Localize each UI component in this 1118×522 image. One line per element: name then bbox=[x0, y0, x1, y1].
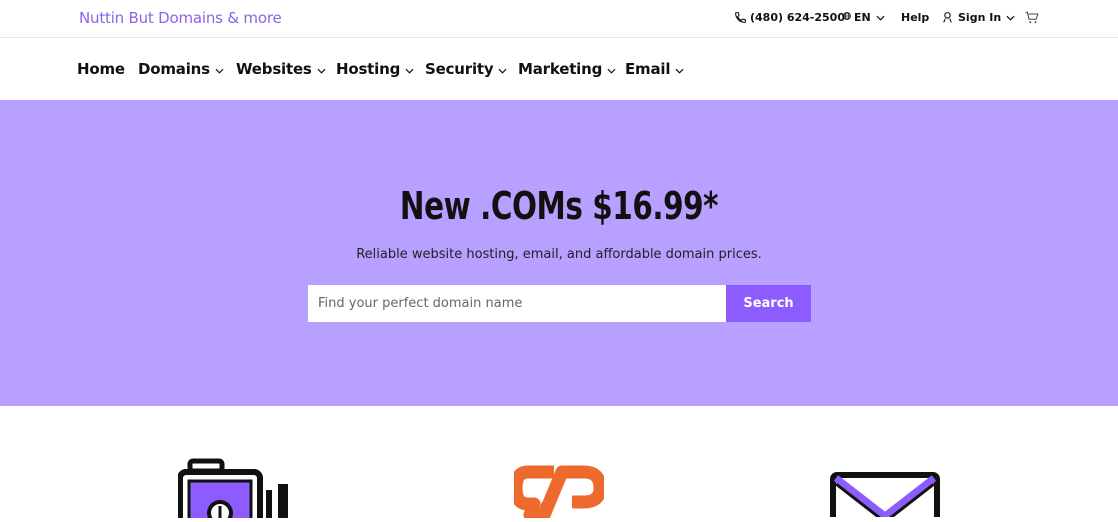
search-button[interactable]: Search bbox=[726, 285, 811, 322]
cpanel-icon bbox=[509, 458, 607, 522]
hero-banner: New .COMs $16.99* Reliable website hosti… bbox=[0, 100, 1118, 406]
top-utility-bar: Nuttin But Domains & more (480) 624-2500… bbox=[0, 0, 1118, 38]
brand-logo[interactable]: Nuttin But Domains & more bbox=[79, 9, 282, 27]
chevron-down-icon bbox=[317, 60, 326, 78]
hero-title: New .COMs $16.99* bbox=[399, 184, 719, 228]
chevron-down-icon bbox=[876, 15, 885, 21]
domain-search-form: Search bbox=[308, 285, 811, 322]
nav-email-label: Email bbox=[625, 60, 671, 78]
nav-home[interactable]: Home bbox=[77, 60, 125, 78]
sign-in-label: Sign In bbox=[958, 11, 1002, 24]
safe-icon bbox=[177, 458, 290, 522]
nav-home-label: Home bbox=[77, 60, 125, 78]
cart-icon bbox=[1025, 11, 1039, 24]
nav-marketing-label: Marketing bbox=[518, 60, 603, 78]
nav-marketing[interactable]: Marketing bbox=[518, 60, 616, 78]
chevron-down-icon bbox=[405, 60, 414, 78]
language-label: EN bbox=[854, 11, 871, 24]
nav-domains[interactable]: Domains bbox=[138, 60, 224, 78]
language-selector[interactable]: EN bbox=[843, 11, 885, 24]
cart-button[interactable] bbox=[1025, 11, 1039, 24]
nav-websites[interactable]: Websites bbox=[236, 60, 326, 78]
nav-websites-label: Websites bbox=[236, 60, 312, 78]
nav-security-label: Security bbox=[425, 60, 494, 78]
domain-search-input[interactable] bbox=[308, 285, 726, 322]
nav-email[interactable]: Email bbox=[625, 60, 684, 78]
phone-number: (480) 624-2500 bbox=[750, 11, 845, 24]
phone-link[interactable]: (480) 624-2500 bbox=[734, 11, 845, 24]
chevron-down-icon bbox=[215, 60, 224, 78]
user-icon bbox=[941, 11, 954, 24]
nav-domains-label: Domains bbox=[138, 60, 210, 78]
chevron-down-icon bbox=[607, 60, 616, 78]
chevron-down-icon bbox=[498, 60, 507, 78]
globe-icon bbox=[843, 11, 851, 20]
phone-icon bbox=[734, 11, 747, 24]
help-link[interactable]: Help bbox=[901, 11, 929, 24]
nav-hosting[interactable]: Hosting bbox=[336, 60, 414, 78]
hero-subtitle: Reliable website hosting, email, and aff… bbox=[356, 247, 762, 262]
chevron-down-icon bbox=[1006, 15, 1015, 21]
email-envelope-icon bbox=[830, 472, 942, 522]
sign-in-button[interactable]: Sign In bbox=[941, 11, 1015, 24]
nav-hosting-label: Hosting bbox=[336, 60, 401, 78]
chevron-down-icon bbox=[675, 60, 684, 78]
main-navigation: Home Domains Websites Hosting Security M… bbox=[0, 38, 1118, 100]
nav-security[interactable]: Security bbox=[425, 60, 507, 78]
